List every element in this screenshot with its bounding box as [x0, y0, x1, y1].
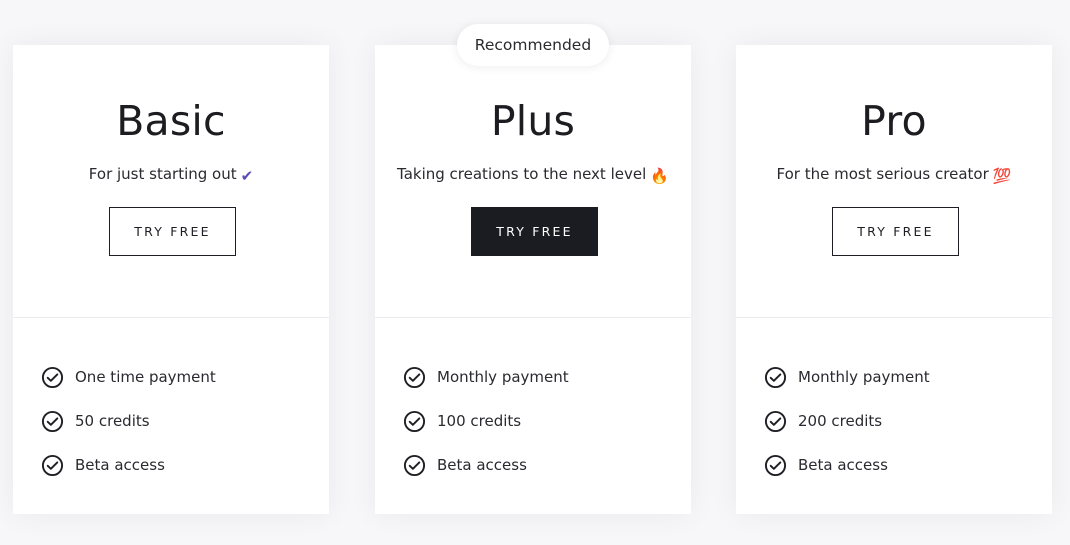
list-item: Monthly payment [764, 355, 930, 399]
plan-card-plus: Plus Taking creations to the next level 🔥… [375, 45, 691, 514]
plan-card-pro: Pro For the most serious creator 💯 TRY FR… [736, 45, 1052, 514]
plan-tagline-text: Taking creations to the next level [397, 165, 647, 183]
plan-card-basic: Basic For just starting out ✔ TRY FREE On… [13, 45, 329, 514]
list-item: One time payment [41, 355, 216, 399]
plan-name: Pro [861, 97, 927, 145]
plan-name: Basic [116, 97, 226, 145]
list-item: 200 credits [764, 399, 930, 443]
list-item: 100 credits [403, 399, 569, 443]
feature-text: Monthly payment [437, 368, 569, 386]
circle-check-icon [41, 410, 64, 432]
feature-text: Beta access [75, 456, 165, 474]
plan-card-header: Pro For the most serious creator 💯 TRY FR… [736, 45, 1052, 318]
plan-tagline: For the most serious creator 💯 [736, 165, 1052, 185]
try-free-button[interactable]: TRY FREE [109, 207, 236, 256]
plan-tagline-text: For the most serious creator [776, 165, 989, 183]
circle-check-icon [764, 410, 787, 432]
plan-tagline-text: For just starting out [88, 165, 237, 183]
feature-list: One time payment 50 credits Beta access [41, 355, 216, 487]
feature-list: Monthly payment 100 credits Beta access [403, 355, 569, 487]
circle-check-icon [764, 366, 787, 388]
list-item: Beta access [41, 443, 216, 487]
list-item: Monthly payment [403, 355, 569, 399]
circle-check-icon [41, 366, 64, 388]
feature-text: Beta access [437, 456, 527, 474]
try-free-button[interactable]: TRY FREE [832, 207, 959, 256]
check-mark-emoji-icon: ✔ [240, 167, 254, 185]
feature-text: 100 credits [437, 412, 522, 430]
fire-emoji-icon: 🔥 [650, 167, 669, 185]
feature-text: Monthly payment [798, 368, 930, 386]
recommended-badge: Recommended [457, 24, 609, 66]
circle-check-icon [403, 410, 426, 432]
feature-text: Beta access [798, 456, 888, 474]
recommended-badge-label: Recommended [474, 36, 592, 54]
feature-text: 200 credits [798, 412, 883, 430]
plan-tagline: For just starting out ✔ [13, 165, 329, 185]
plan-card-header: Basic For just starting out ✔ TRY FREE [13, 45, 329, 318]
try-free-button[interactable]: TRY FREE [471, 207, 598, 256]
circle-check-icon [41, 454, 64, 476]
circle-check-icon [403, 454, 426, 476]
hundred-points-emoji-icon: 💯 [992, 167, 1012, 185]
list-item: 50 credits [41, 399, 216, 443]
feature-text: One time payment [75, 368, 216, 386]
plan-card-header: Plus Taking creations to the next level 🔥… [375, 45, 691, 318]
feature-list: Monthly payment 200 credits Beta access [764, 355, 930, 487]
list-item: Beta access [403, 443, 569, 487]
plan-name: Plus [490, 97, 576, 145]
list-item: Beta access [764, 443, 930, 487]
circle-check-icon [764, 454, 787, 476]
plan-tagline: Taking creations to the next level 🔥 [375, 165, 691, 185]
feature-text: 50 credits [75, 412, 150, 430]
circle-check-icon [403, 366, 426, 388]
